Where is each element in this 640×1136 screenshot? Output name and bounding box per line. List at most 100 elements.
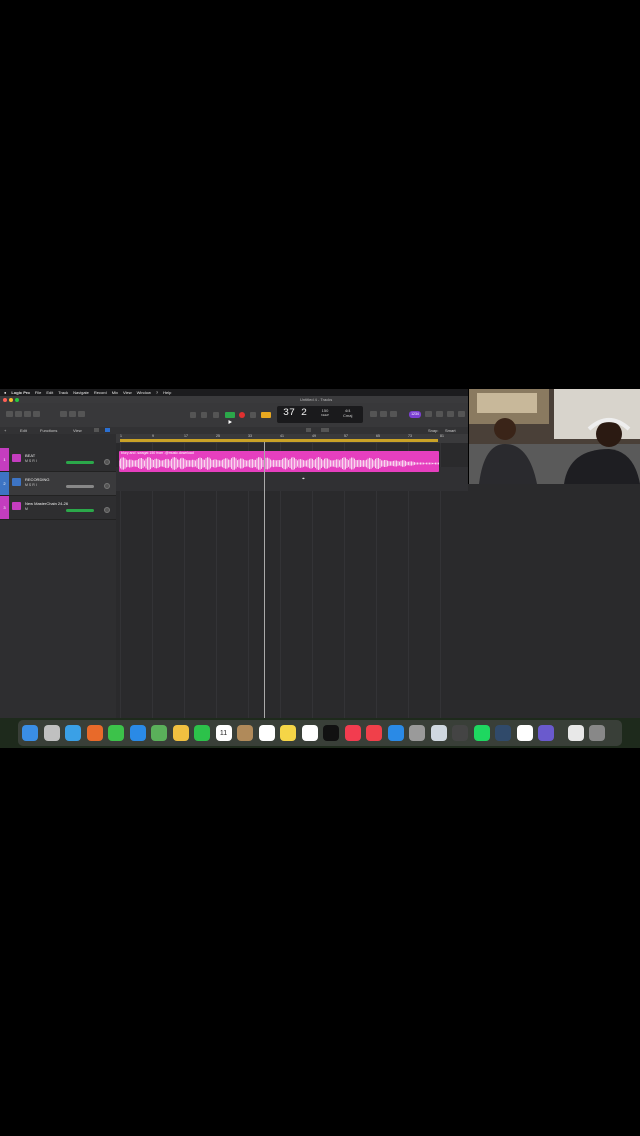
menu-help[interactable]: Help [163, 390, 171, 395]
rewind-button[interactable] [190, 412, 196, 418]
metronome-button[interactable] [390, 411, 397, 417]
imovie-icon[interactable] [538, 725, 554, 741]
cycle-button[interactable] [261, 412, 271, 418]
menu-view[interactable]: View [123, 390, 132, 395]
menu-logic-pro[interactable]: Logic Pro [11, 390, 29, 395]
facetime-icon[interactable] [194, 725, 210, 741]
track-mute-button[interactable]: M [25, 507, 28, 511]
play-button[interactable] [225, 412, 235, 424]
loops-button[interactable] [447, 411, 454, 417]
count-in-badge[interactable]: 1234 [409, 411, 421, 418]
snap-label: Snap: [428, 428, 439, 433]
news-icon[interactable] [366, 725, 382, 741]
settings-icon[interactable] [409, 725, 425, 741]
chatgpt-icon[interactable] [516, 725, 533, 741]
zoom-window-button[interactable] [15, 397, 19, 402]
menu-mix[interactable]: Mix [112, 390, 118, 395]
pan-knob[interactable] [104, 483, 110, 489]
arrange-area[interactable]: blury and .swagat 150 from .@music.downl… [116, 443, 468, 718]
calendar-icon[interactable]: 11 [215, 725, 232, 741]
music-icon[interactable] [344, 725, 361, 741]
tuner-button[interactable] [370, 411, 377, 417]
minimize-window-button[interactable] [9, 397, 13, 402]
solo-button[interactable] [380, 411, 387, 417]
close-window-button[interactable] [3, 397, 7, 402]
trash-icon[interactable] [589, 725, 605, 741]
pan-knob[interactable] [104, 459, 110, 465]
menu-track[interactable]: Track [58, 390, 68, 395]
quick-help-button[interactable] [24, 411, 31, 417]
notes-icon[interactable] [280, 725, 296, 741]
volume-fader[interactable] [66, 485, 94, 488]
menu-file[interactable]: File [35, 390, 41, 395]
edit-menu[interactable]: Edit [20, 428, 27, 433]
maps-icon[interactable] [151, 725, 167, 741]
mixer-button[interactable] [69, 411, 76, 417]
volume-fader[interactable] [66, 461, 94, 464]
functions-menu[interactable]: Functions [40, 428, 57, 433]
menu-navigate[interactable]: Navigate [73, 390, 89, 395]
list-editors-button[interactable] [425, 411, 432, 417]
inspector-button[interactable] [15, 411, 22, 417]
ruler-tick: 49 [312, 434, 316, 438]
browser-button[interactable] [458, 411, 465, 417]
bar-ruler[interactable]: 1 9 17 25 33 41 49 57 65 73 81 [116, 434, 468, 443]
menu-window[interactable]: Window [137, 390, 151, 395]
audio-region[interactable]: blury and .swagat 150 from .@music.downl… [119, 451, 439, 472]
pan-knob[interactable] [104, 507, 110, 513]
editors-button[interactable] [78, 411, 85, 417]
spotify-icon[interactable] [473, 725, 490, 741]
volume-fader[interactable] [66, 509, 94, 512]
safari-icon[interactable] [65, 725, 81, 741]
track-name[interactable]: New MasterChain 24-26 [25, 501, 68, 506]
contacts-icon[interactable] [237, 725, 253, 741]
library-button[interactable] [6, 411, 13, 417]
capture-button[interactable] [250, 412, 256, 418]
track-name[interactable]: BEAT [25, 453, 35, 458]
smart-controls-button[interactable] [60, 411, 67, 417]
menu-edit[interactable]: Edit [46, 390, 53, 395]
lcd-key: Cmaj [343, 413, 353, 418]
finder-icon[interactable] [22, 725, 38, 741]
ruler-tick: 81 [440, 434, 444, 438]
pointer-tool-icon[interactable] [94, 428, 99, 432]
logic-icon[interactable] [452, 725, 468, 741]
view-menu[interactable]: View [73, 428, 82, 433]
cycle-region[interactable] [120, 439, 438, 442]
audio-track-icon [12, 478, 21, 486]
reminders-icon[interactable] [258, 725, 275, 741]
playhead[interactable] [264, 442, 265, 718]
stop-button[interactable] [213, 412, 219, 418]
freeform-icon[interactable] [301, 725, 318, 741]
track-name[interactable]: RECORDING [25, 477, 49, 482]
flex-tool-icon[interactable] [105, 428, 110, 432]
messages-icon[interactable] [108, 725, 124, 741]
add-track-icon[interactable]: + [4, 428, 6, 433]
notes-button[interactable] [436, 411, 443, 417]
track-row[interactable]: 2 RECORDING M S R I [0, 472, 116, 496]
menu-extra[interactable]: ? [156, 390, 158, 395]
launchpad-icon[interactable] [43, 725, 60, 741]
dock-background: 11 [0, 718, 640, 748]
track-mute-solo-buttons[interactable]: M S R I [25, 483, 37, 487]
iphone-mirror-icon[interactable] [430, 725, 447, 741]
track-mute-solo-buttons[interactable]: M S R I [25, 459, 37, 463]
fast-forward-button[interactable] [201, 412, 207, 418]
toolbar-button[interactable] [33, 411, 40, 417]
appstore-icon[interactable] [387, 725, 404, 741]
zoom-button[interactable] [321, 428, 329, 432]
appletv-icon[interactable] [323, 725, 339, 741]
track-row[interactable]: 3 New MasterChain 24-26 M [0, 496, 116, 520]
photos-icon[interactable] [172, 725, 189, 741]
lcd-display[interactable]: 37 2 150 KEEP 4/4 Cmaj [277, 406, 363, 423]
menu-record[interactable]: Record [94, 390, 107, 395]
firefox-icon[interactable] [86, 725, 103, 741]
snap-select[interactable]: Smart [445, 428, 456, 433]
document-icon[interactable] [567, 725, 584, 741]
apple-icon[interactable]: ● [4, 390, 6, 395]
track-row[interactable]: 1 BEAT M S R I [0, 448, 116, 472]
mail-icon[interactable] [129, 725, 146, 741]
vpn-icon[interactable] [495, 725, 511, 741]
automation-button[interactable] [306, 428, 311, 432]
record-button[interactable] [239, 412, 245, 418]
